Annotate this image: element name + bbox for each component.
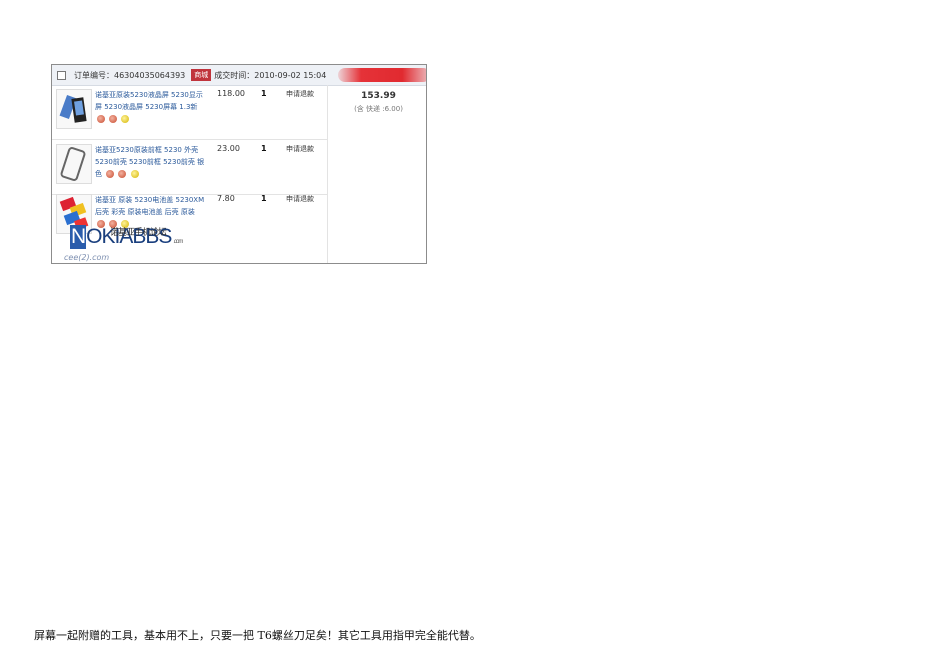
order-screenshot: 订单编号：46304035064393 商城 成交时间：2010-09-02 1… [51,64,427,264]
order-item-row: 诺基亚原装5230液晶屏 5230显示屏 5230液晶屏 5230屏幕 1.3新… [52,85,327,140]
badge-icon [121,115,130,123]
order-number: 订单编号：46304035064393 [74,70,186,80]
caption-text: 屏幕一起附赠的工具，基本用不上，只要一把 T6螺丝刀足矣！其它工具用指甲完全能代… [34,629,481,642]
refund-link[interactable]: 申请退款 [286,194,314,204]
item-quantity: 1 [261,194,267,203]
product-thumbnail[interactable] [56,144,92,184]
badge-icon [130,170,139,178]
badge-icon [118,170,127,178]
watermark-cn: 诺基亚手机论坛 [110,227,167,237]
redaction-mark [338,68,426,82]
watermark-sub: cee(2).com [64,253,110,262]
product-thumbnail[interactable] [56,89,92,129]
select-checkbox[interactable] [57,70,66,80]
badge-icon [97,115,105,123]
item-quantity: 1 [261,89,267,98]
mall-badge: 商城 [191,69,212,81]
product-title[interactable]: 诺基亚原装5230液晶屏 5230显示屏 5230液晶屏 5230屏幕 1.3新 [95,89,205,125]
deal-time: 成交时间：2010-09-02 15:04 [214,70,327,80]
refund-link[interactable]: 申请退款 [286,144,314,154]
shipping-note: (含 快递 :6.00) [354,105,403,113]
order-total-column: 153.99 (含 快递 :6.00) [327,85,426,263]
refund-link[interactable]: 申请退款 [286,89,314,99]
item-quantity: 1 [261,144,267,153]
order-item-row: 诺基亚5230原装前框 5230 外壳 5230前壳 5230前框 5230前壳… [52,140,327,195]
nokiabbs-watermark: NOKIABBS .com 诺基亚手机论坛 [70,225,183,249]
watermark-n: N [70,225,86,249]
item-price: 23.00 [217,144,240,153]
badge-icon [106,170,115,178]
watermark-com: .com [173,239,183,245]
product-title[interactable]: 诺基亚5230原装前框 5230 外壳 5230前壳 5230前框 5230前壳… [95,144,205,180]
item-price: 7.80 [217,194,235,203]
badge-icon [109,115,118,123]
item-price: 118.00 [217,89,245,98]
order-total: 153.99 [361,91,396,101]
